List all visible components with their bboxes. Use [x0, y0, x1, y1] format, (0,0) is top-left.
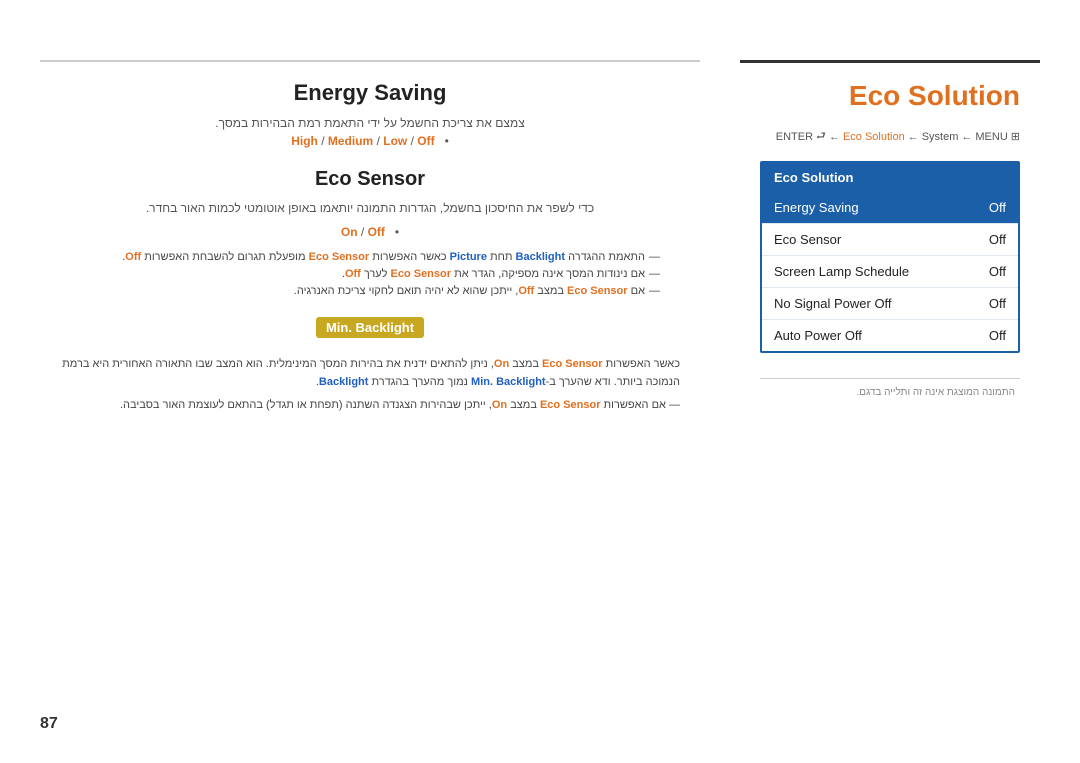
breadcrumb-menu: MENU: [975, 131, 1007, 143]
menu-item-no-signal-label: No Signal Power Off: [774, 296, 892, 311]
breadcrumb-icon-enter: ⮐: [816, 127, 826, 146]
top-border-right: [740, 60, 1040, 63]
eco-solution-menu: Eco Solution Energy Saving Off Eco Senso…: [760, 161, 1020, 353]
menu-item-eco-sensor-label: Eco Sensor: [774, 232, 841, 247]
note-item-2: אם נינודות המסך אינה מספיקה, הגדר את Eco…: [60, 268, 660, 280]
page-number: 87: [40, 715, 58, 733]
options-high: High: [291, 134, 318, 148]
options-off: Off: [417, 134, 434, 148]
options-medium: Medium: [328, 134, 373, 148]
min-backlight-body2: — אם האפשרות Eco Sensor במצב On, ייתכן ש…: [60, 397, 680, 415]
min-backlight-wrap: Min. Backlight: [60, 309, 680, 346]
breadcrumb-menu-icon: ⊞: [1011, 130, 1020, 143]
breadcrumb-arrow3: ←: [961, 131, 972, 143]
menu-item-energy-saving-value: Off: [989, 200, 1006, 215]
menu-item-auto-power[interactable]: Auto Power Off Off: [762, 320, 1018, 351]
menu-item-energy-saving-label: Energy Saving: [774, 200, 859, 215]
menu-item-auto-power-label: Auto Power Off: [774, 328, 862, 343]
min-backlight-body1: כאשר האפשרות Eco Sensor במצב On, ניתן לה…: [60, 356, 680, 391]
menu-item-screen-lamp-value: Off: [989, 264, 1006, 279]
breadcrumb: ENTER ⮐ ← Eco Solution ← System ← MENU ⊞: [760, 127, 1020, 146]
breadcrumb-system: System: [922, 131, 959, 143]
menu-item-screen-lamp[interactable]: Screen Lamp Schedule Off: [762, 256, 1018, 288]
energy-saving-desc: צמצם את צריכת החשמל על ידי התאמת רמת הבה…: [60, 116, 680, 130]
eco-sensor-notes: התאמת ההגדרה Backlight תחת Picture כאשר …: [60, 251, 680, 297]
menu-item-eco-sensor[interactable]: Eco Sensor Off: [762, 224, 1018, 256]
note-item-1: התאמת ההגדרה Backlight תחת Picture כאשר …: [60, 251, 660, 263]
breadcrumb-arrow1: ←: [829, 131, 840, 143]
breadcrumb-arrow2: ←: [908, 131, 919, 143]
right-footer-note: התמונה המוצגת אינה זה ותלייה בדגם.: [760, 378, 1020, 398]
menu-item-no-signal[interactable]: No Signal Power Off Off: [762, 288, 1018, 320]
menu-header: Eco Solution: [762, 163, 1018, 192]
min-backlight-badge: Min. Backlight: [316, 317, 424, 338]
eco-sensor-options: On / Off •: [60, 225, 680, 239]
menu-item-eco-sensor-value: Off: [989, 232, 1006, 247]
energy-saving-title: Energy Saving: [60, 80, 680, 106]
right-panel: Eco Solution ENTER ⮐ ← Eco Solution ← Sy…: [740, 70, 1040, 408]
menu-item-screen-lamp-label: Screen Lamp Schedule: [774, 264, 909, 279]
left-panel: Energy Saving צמצם את צריכת החשמל על ידי…: [40, 70, 700, 431]
menu-item-energy-saving[interactable]: Energy Saving Off: [762, 192, 1018, 224]
top-border-left: [40, 60, 700, 62]
breadcrumb-eco-solution: Eco Solution: [843, 131, 905, 143]
eco-sensor-desc: כדי לשפר את החיסכון בחשמל, הגדרות התמונה…: [60, 201, 680, 215]
menu-item-auto-power-value: Off: [989, 328, 1006, 343]
options-low: Low: [383, 134, 407, 148]
note-item-3: אם Eco Sensor במצב Off, ייתכן שהוא לא יה…: [60, 285, 660, 297]
menu-item-no-signal-value: Off: [989, 296, 1006, 311]
right-panel-title: Eco Solution: [760, 80, 1020, 112]
energy-saving-options: High / Medium / Low / Off •: [60, 134, 680, 148]
eco-sensor-title: Eco Sensor: [60, 168, 680, 191]
breadcrumb-enter: ENTER: [776, 131, 813, 143]
